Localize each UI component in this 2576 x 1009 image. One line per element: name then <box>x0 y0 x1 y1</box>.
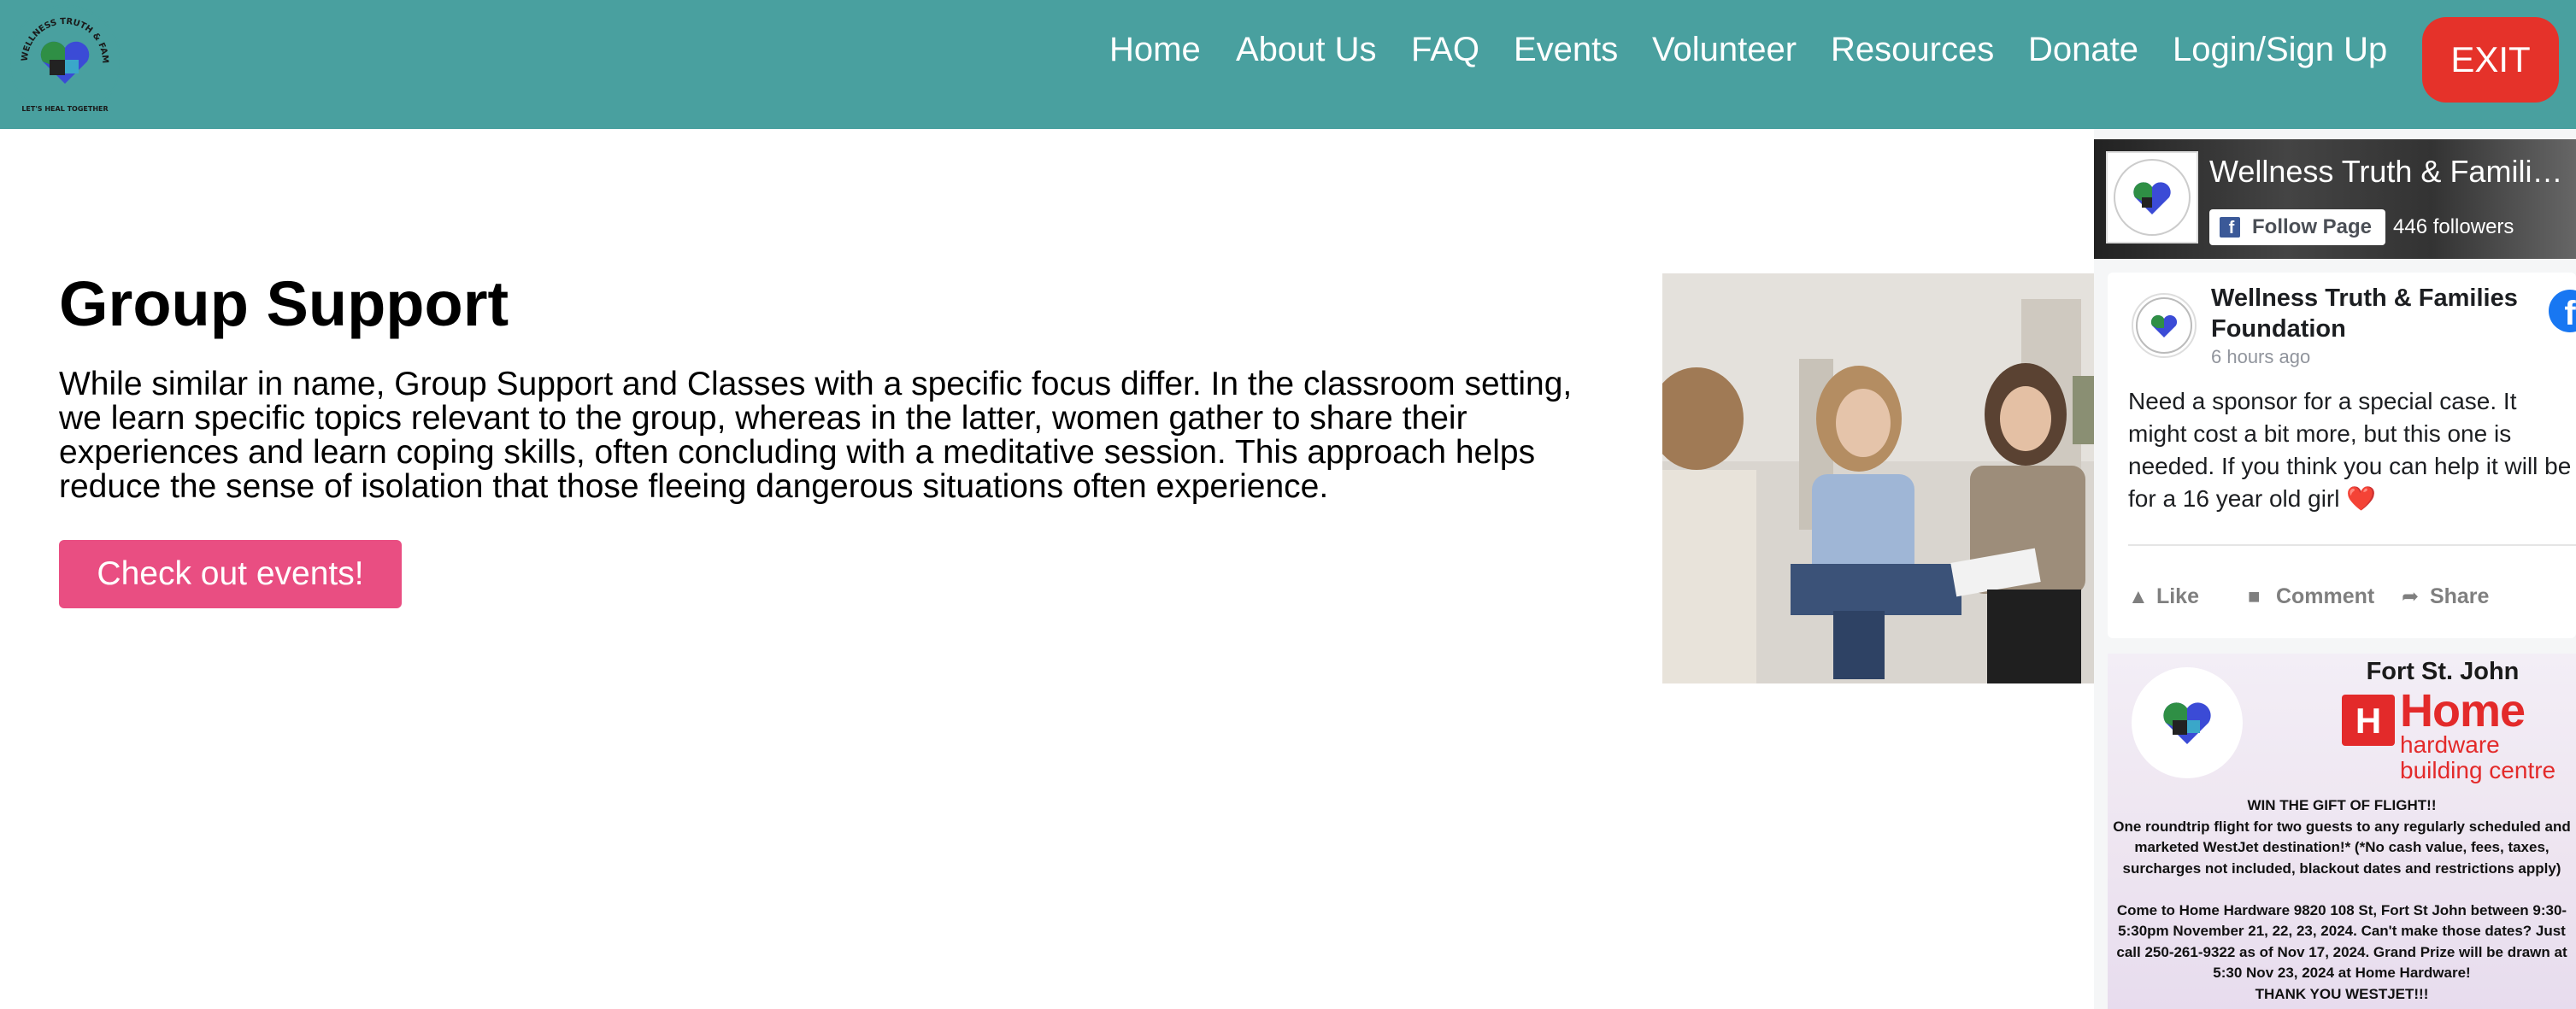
facebook-cover[interactable]: Wellness Truth & Families Foundation f F… <box>2094 139 2576 259</box>
exit-button[interactable]: EXIT <box>2422 17 2559 103</box>
facebook-page-name[interactable]: Wellness Truth & Families Foundation <box>2209 153 2568 191</box>
like-button[interactable]: ▲ Like <box>2128 584 2199 610</box>
facebook-widget: Wellness Truth & Families Foundation f F… <box>2094 129 2576 1009</box>
share-button[interactable]: ➦ Share <box>2402 584 2489 610</box>
home-hardware-logo: H Home hardware building centre <box>2342 685 2567 783</box>
nav-about-us[interactable]: About Us <box>1236 29 1377 70</box>
follow-page-button[interactable]: f Follow Page <box>2209 209 2385 245</box>
facebook-f-icon: f <box>2220 217 2240 238</box>
nav-home[interactable]: Home <box>1109 29 1201 70</box>
post-timestamp[interactable]: 6 hours ago <box>2211 346 2310 368</box>
share-icon: ➦ <box>2402 585 2420 608</box>
comment-icon: ■ <box>2248 585 2261 608</box>
nav-faq[interactable]: FAQ <box>1411 29 1479 70</box>
nav-donate[interactable]: Donate <box>2028 29 2138 70</box>
brand-main: Home <box>2400 685 2526 736</box>
check-out-events-button[interactable]: Check out events! <box>59 540 402 608</box>
group-photo-illustration <box>1662 273 2094 683</box>
page-logo-icon <box>2114 159 2191 236</box>
flyer-city: Fort St. John <box>2366 658 2520 685</box>
post-text: Need a sponsor for a special case. It mi… <box>2128 388 2572 512</box>
brand-sub: hardware building centre <box>2400 732 2571 783</box>
flyer-text: WIN THE GIFT OF FLIGHT!! One roundtrip f… <box>2113 797 2571 1002</box>
post-author-name[interactable]: Wellness Truth & Families Foundation <box>2211 283 2553 344</box>
logo-heart-icon: WELLNESS TRUTH & FAMILY FOUNDATION LET'S… <box>4 0 120 116</box>
site-header: WELLNESS TRUTH & FAMILY FOUNDATION LET'S… <box>0 0 2576 129</box>
flyer-heart-icon <box>2134 670 2240 776</box>
page-title: Group Support <box>59 268 509 339</box>
post-divider <box>2128 544 2576 546</box>
flyer-foundation-logo <box>2132 667 2243 778</box>
brand-sub-1: hardware <box>2400 731 2500 758</box>
like-label: Like <box>2155 584 2199 608</box>
site-logo[interactable]: WELLNESS TRUTH & FAMILY FOUNDATION LET'S… <box>4 0 121 118</box>
facebook-page-avatar[interactable] <box>2106 151 2198 243</box>
page-description: While similar in name, Group Support and… <box>59 366 1573 505</box>
logo-tagline: LET'S HEAL TOGETHER <box>21 105 108 113</box>
comment-button[interactable]: ■ Comment <box>2248 584 2374 610</box>
post-author-avatar[interactable] <box>2132 293 2197 358</box>
facebook-post: Wellness Truth & Families Foundation 6 h… <box>2108 273 2576 638</box>
follow-page-label: Follow Page <box>2252 215 2373 238</box>
nav-resources[interactable]: Resources <box>1831 29 1994 70</box>
post-image-flyer[interactable]: Fort St. John H Home hardware building c… <box>2108 654 2576 1009</box>
comment-label: Comment <box>2275 584 2375 608</box>
author-logo-icon <box>2136 297 2192 354</box>
followers-count: 446 followers <box>2393 215 2514 238</box>
group-support-photo <box>1662 273 2094 683</box>
share-label: Share <box>2429 584 2490 608</box>
home-hardware-sign-icon: H <box>2342 695 2395 746</box>
nav-volunteer[interactable]: Volunteer <box>1652 29 1797 70</box>
nav-events[interactable]: Events <box>1514 29 1618 70</box>
nav-login-signup[interactable]: Login/Sign Up <box>2173 29 2387 70</box>
brand-sub-2: building centre <box>2400 757 2556 783</box>
thumbs-up-icon: ▲ <box>2128 585 2149 608</box>
